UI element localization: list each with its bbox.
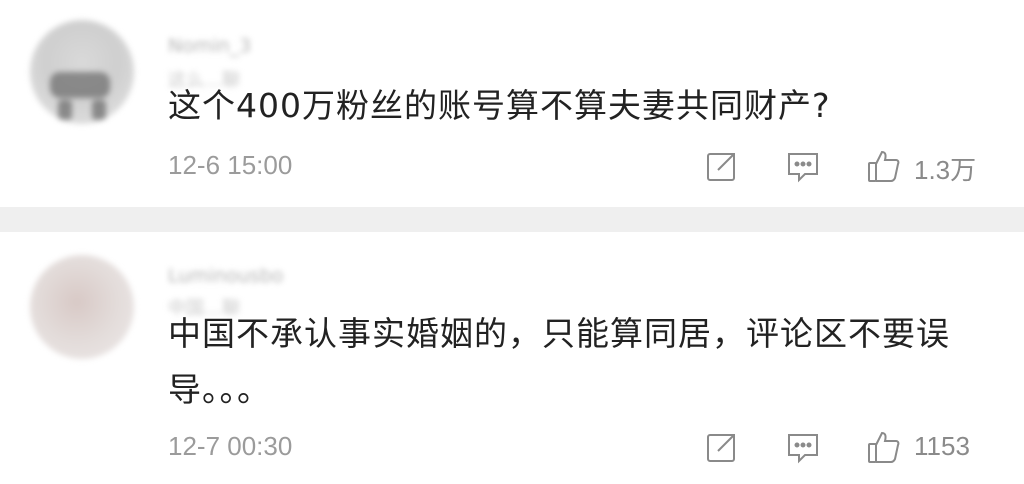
comment-icon[interactable] bbox=[785, 429, 821, 465]
comment-separator bbox=[0, 207, 1024, 232]
timestamp: 12-6 15:00 bbox=[168, 150, 293, 180]
avatar[interactable] bbox=[30, 20, 134, 124]
share-icon[interactable] bbox=[704, 148, 740, 184]
avatar[interactable] bbox=[30, 255, 134, 359]
like-icon[interactable] bbox=[866, 148, 902, 184]
comment-item: Luminousbo 中国…聊 中国不承认事实婚姻的，只能算同居，评论区不要误导… bbox=[0, 232, 1024, 484]
comment-text: 中国不承认事实婚姻的，只能算同居，评论区不要误导。。。 bbox=[168, 314, 950, 409]
timestamp: 12-7 00:30 bbox=[168, 431, 293, 461]
comment-meta-row: 12-6 15:00 1.3万 bbox=[0, 146, 1024, 186]
like-count: 1153 bbox=[914, 431, 970, 461]
comment-icon[interactable] bbox=[785, 148, 821, 184]
username[interactable]: Nomin_3 bbox=[168, 35, 251, 57]
comment-item: Nomin_3 这么…聊 这个400万粉丝的账号算不算夫妻共同财产? 12-6 … bbox=[0, 0, 1024, 207]
comment-text: 这个400万粉丝的账号算不算夫妻共同财产? bbox=[168, 86, 831, 125]
username[interactable]: Luminousbo bbox=[168, 265, 283, 287]
like-icon[interactable] bbox=[866, 429, 902, 465]
like-count: 1.3万 bbox=[914, 155, 977, 185]
comment-meta-row: 12-7 00:30 1153 bbox=[0, 427, 1024, 467]
share-icon[interactable] bbox=[704, 429, 740, 465]
